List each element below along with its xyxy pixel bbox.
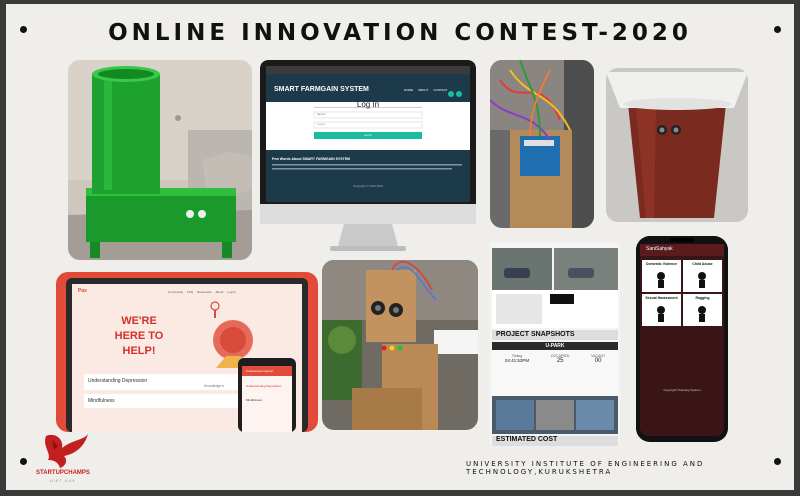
institution-footer: UNIVERSITY INSTITUTE OF ENGINEERING AND … <box>466 460 705 476</box>
laptop-photo: Pax Community FAQ Resources About Log In… <box>56 272 318 432</box>
laptop-nav-community[interactable]: Community <box>168 290 183 294</box>
monitor-nav-contact[interactable]: CONTACT <box>433 88 447 92</box>
arduino-wiring-photo <box>490 60 594 228</box>
monitor-copyright: Copyright © 2020 SFS <box>352 184 384 188</box>
laptop-card-depression-sub: Knowledge b <box>204 384 225 388</box>
cup-sensor-photo <box>606 68 748 222</box>
monitor-about-title: Few Words About SMART FARMGAIN SYSTEM <box>272 157 350 161</box>
logo-sub: UIET KUK <box>49 478 77 483</box>
monitor-brand: SMART FARMGAIN SYSTEM <box>274 86 369 93</box>
upark-stat-value: 04:41:53PM <box>504 358 530 363</box>
bird-logo-icon <box>45 434 88 468</box>
laptop-nav-resources[interactable]: Resources <box>197 290 211 294</box>
monitor-photo: SMART FARMGAIN SYSTEM HOME ABOUT CONTACT… <box>260 60 476 256</box>
upark-stat-vacant: VACANT 00 <box>591 354 605 364</box>
tile-child-abuse[interactable]: Child Abuse <box>683 262 722 266</box>
laptop-headline: WE'RE HERE TO HELP! <box>104 314 174 359</box>
monitor-username-field[interactable]: farmer <box>317 112 326 116</box>
upark-stat-value: 00 <box>594 358 602 364</box>
phone-copyright: Copyright ©Ganjing System <box>663 388 701 392</box>
monitor-login-button[interactable]: Log In <box>314 133 422 137</box>
laptop-phone-item1[interactable]: Understanding Depression <box>246 384 282 388</box>
project-snapshots-collage: PROJECT SNAPSHOTS U-PARK Timing 04:41:53… <box>490 242 620 446</box>
monitor-password-field[interactable]: •••••••• <box>317 122 325 126</box>
laptop-card-depression[interactable]: Understanding Depression <box>88 378 147 384</box>
laptop-phone-header: Professional support <box>246 369 274 373</box>
startupchamps-logo: STARTUPCHAMPS UIET KUK <box>28 430 98 488</box>
poster-board: ONLINE INNOVATION CONTEST-2020 SMART FAR… <box>6 4 794 490</box>
green-machine-photo <box>68 60 252 260</box>
poster-title: ONLINE INNOVATION CONTEST-2020 <box>108 20 692 46</box>
cardboard-robot-photo <box>322 260 478 430</box>
tile-sexual-harassment[interactable]: Sexual Harassment <box>642 296 681 300</box>
laptop-headline-line2: HERE TO <box>114 330 164 342</box>
logo-name: STARTUPCHAMPS <box>36 470 90 476</box>
monitor-nav-home[interactable]: HOME <box>404 88 413 92</box>
monitor-nav-about[interactable]: ABOUT <box>418 88 428 92</box>
laptop-headline-line3: HELP! <box>122 345 156 357</box>
tile-ragging[interactable]: Ragging <box>683 296 722 300</box>
estimated-cost-label: ESTIMATED COST <box>496 436 558 443</box>
upark-app-title: U-PARK <box>545 343 565 349</box>
upark-stat-value: 25 <box>556 358 564 364</box>
laptop-site-logo[interactable]: Pax <box>78 288 87 294</box>
corner-dot <box>20 458 27 465</box>
upark-stat-occupied: OCCUPIED 25 <box>551 354 569 364</box>
upark-stat-timing: Timing 04:41:53PM <box>505 354 529 364</box>
laptop-headline-line1: WE'RE <box>121 315 157 327</box>
laptop-card-mindfulness[interactable]: Mindfulness <box>88 398 115 404</box>
laptop-nav-login[interactable]: Log In <box>227 290 235 294</box>
monitor-login-heading: Log In <box>356 100 380 109</box>
laptop-nav-faq[interactable]: FAQ <box>187 290 193 294</box>
snapshots-label: PROJECT SNAPSHOTS <box>496 331 575 338</box>
tile-domestic-violence[interactable]: Domestic Violence <box>642 262 681 266</box>
laptop-phone-item2[interactable]: Mindfulness <box>246 398 262 402</box>
phone-app-title: SaniSahyak <box>646 246 673 252</box>
phone-app-photo: SaniSahyak Domestic Violence Child Abuse… <box>636 236 728 442</box>
laptop-nav-about[interactable]: About <box>216 290 224 294</box>
